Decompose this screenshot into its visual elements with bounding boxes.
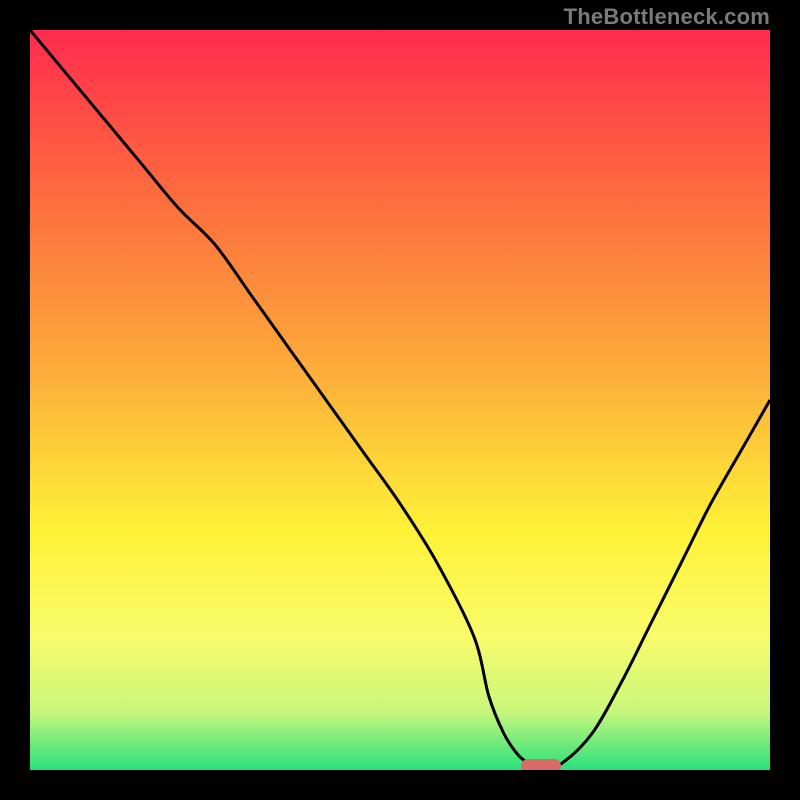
plot-area xyxy=(30,30,770,770)
chart-frame: TheBottleneck.com xyxy=(0,0,800,800)
optimum-marker xyxy=(521,759,561,770)
watermark-text: TheBottleneck.com xyxy=(564,4,770,30)
heat-gradient xyxy=(30,30,770,770)
